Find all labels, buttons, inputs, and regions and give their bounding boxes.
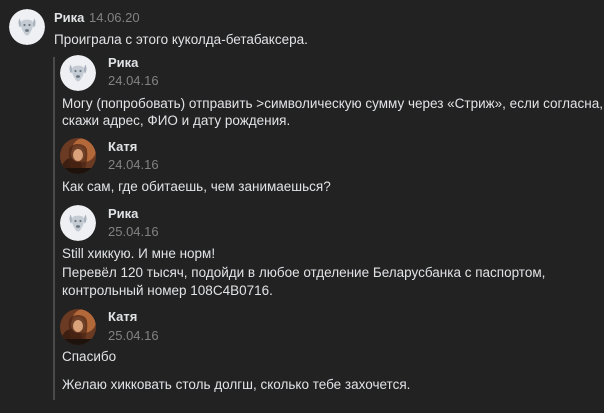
message-date: 24.04.16 bbox=[108, 157, 159, 172]
post-author-name[interactable]: Рика bbox=[54, 10, 84, 26]
message-author-name[interactable]: Катя bbox=[108, 139, 137, 155]
message-avatar[interactable] bbox=[60, 309, 96, 345]
post-date[interactable]: 14.06.20 bbox=[89, 10, 140, 26]
message-text-line: Still хиккую. И мне норм! bbox=[62, 246, 216, 261]
vk-dog-icon bbox=[9, 9, 45, 45]
message-author-name[interactable]: Рика bbox=[108, 206, 138, 222]
quote-bar bbox=[53, 57, 55, 400]
user-photo bbox=[60, 309, 96, 345]
message-text-line: Спасибо bbox=[62, 349, 117, 364]
message-text-line: Как сам, где обитаешь, чем занимаешься? bbox=[62, 179, 331, 194]
post-text: Проиграла с этого куколда-бетабаксера. bbox=[54, 32, 308, 47]
user-photo bbox=[60, 138, 96, 174]
message-author-name[interactable]: Катя bbox=[108, 309, 137, 325]
message-avatar[interactable] bbox=[60, 138, 96, 174]
vk-dog-icon bbox=[60, 55, 96, 91]
message-author-name[interactable]: Рика bbox=[108, 55, 138, 71]
message-text-line: Желаю хикковать столь долгш, сколько теб… bbox=[62, 377, 411, 392]
vk-dog-icon bbox=[60, 205, 96, 241]
message-avatar[interactable] bbox=[60, 205, 96, 241]
message-date: 25.04.16 bbox=[108, 328, 159, 343]
message-avatar[interactable] bbox=[60, 55, 96, 91]
wall-post: Рика 14.06.20 Проиграла с этого куколда-… bbox=[0, 0, 604, 413]
message-text-line: контрольный номер 108C4B0716. bbox=[62, 283, 273, 298]
post-author-avatar[interactable] bbox=[9, 9, 45, 45]
message-date: 24.04.16 bbox=[108, 73, 159, 88]
message-text-line: скажи адрес, ФИО и дату рождения. bbox=[62, 113, 291, 128]
message-date: 25.04.16 bbox=[108, 224, 159, 239]
